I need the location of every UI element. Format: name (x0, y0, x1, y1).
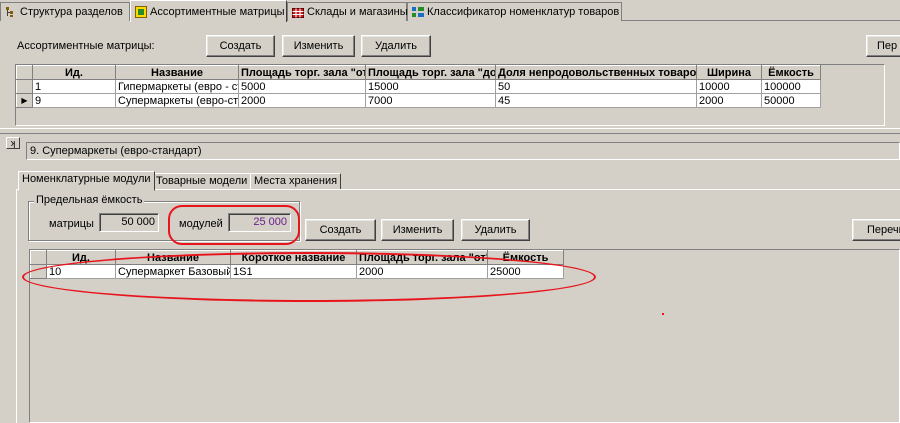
modules-capacity-label: модулей (179, 218, 223, 230)
classifier-icon (412, 6, 424, 18)
cell-area-to[interactable]: 7000 (365, 93, 496, 108)
cell-capacity[interactable]: 50000 (761, 93, 821, 108)
cell-id[interactable]: 10 (46, 264, 116, 279)
tab-assortment-matrices[interactable]: Ассортиментные матрицы (130, 0, 287, 22)
tab-label: Ассортиментные матрицы (150, 5, 285, 18)
column-header[interactable]: Ёмкость (487, 250, 564, 265)
tab-label: Склады и магазины (307, 6, 408, 18)
modules-grid: Ид. Название Короткое название Площадь т… (29, 249, 900, 423)
column-header[interactable]: Площадь торг. зала "до" (365, 65, 496, 80)
top-tab-strip: Структура разделов Ассортиментные матриц… (0, 0, 900, 22)
cell-nonfood-share[interactable]: 45 (495, 93, 697, 108)
cell-id[interactable]: 9 (32, 93, 116, 108)
capacity-legend: Предельная ёмкость (34, 194, 145, 206)
table-row[interactable]: 1 Гипермаркеты (евро - ста 5000 15000 50… (16, 79, 821, 94)
row-indicator[interactable] (16, 79, 33, 94)
row-indicator-header (30, 250, 47, 265)
matrices-grid: Ид. Название Площадь торг. зала "от" Пло… (15, 64, 885, 126)
column-header[interactable]: Ид. (32, 65, 116, 80)
tree-icon (5, 6, 17, 18)
matrices-table: Ид. Название Площадь торг. зала "от" Пло… (16, 65, 821, 108)
tab-storage-places[interactable]: Места хранения (250, 173, 342, 190)
matrix-icon (135, 5, 147, 18)
matrices-label: Ассортиментные матрицы: (17, 40, 155, 52)
column-header[interactable]: Площадь торг. зала "от" (238, 65, 366, 80)
table-row[interactable]: ▶ 9 Супермаркеты (евро-стан 2000 7000 45… (16, 93, 821, 108)
cell-area-from[interactable]: 2000 (356, 264, 488, 279)
tab-warehouses[interactable]: Склады и магазины (287, 2, 408, 21)
row-indicator[interactable] (30, 264, 47, 279)
matrix-capacity-label: матрицы (49, 218, 94, 230)
module-edit-button[interactable]: Изменить (381, 219, 454, 241)
cell-short-name[interactable]: 1S1 (230, 264, 357, 279)
cell-name[interactable]: Супермаркет Базовый (115, 264, 231, 279)
table-header-row: Ид. Название Короткое название Площадь т… (30, 250, 564, 265)
tab-label: Структура разделов (20, 6, 123, 18)
column-header[interactable]: Площадь торг. зала "от" (356, 250, 488, 265)
warehouse-icon (292, 6, 304, 18)
current-row-indicator[interactable]: ▶ (16, 93, 33, 108)
column-header[interactable]: Ёмкость (761, 65, 821, 80)
tab-label: Классификатор номенклатур товаров (427, 6, 620, 18)
module-create-button[interactable]: Создать (305, 219, 376, 241)
matrix-capacity-value: 50 000 (99, 213, 159, 232)
tab-product-models[interactable]: Товарные модели (152, 173, 252, 190)
cell-nonfood-share[interactable]: 50 (495, 79, 697, 94)
tab-classifier[interactable]: Классификатор номенклатур товаров (407, 2, 622, 21)
cell-area-from[interactable]: 5000 (238, 79, 366, 94)
column-header[interactable]: Ширина (696, 65, 762, 80)
table-row[interactable]: 10 Супермаркет Базовый 1S1 2000 25000 (30, 264, 564, 279)
cell-capacity[interactable]: 25000 (487, 264, 564, 279)
cell-name[interactable]: Супермаркеты (евро-стан (115, 93, 239, 108)
annotation-dot (662, 313, 664, 315)
matrix-edit-button[interactable]: Изменить (282, 35, 355, 57)
cell-width[interactable]: 2000 (696, 93, 762, 108)
cell-name[interactable]: Гипермаркеты (евро - ста (115, 79, 239, 94)
module-delete-button[interactable]: Удалить (461, 219, 530, 241)
cell-id[interactable]: 1 (32, 79, 116, 94)
matrix-create-button[interactable]: Создать (206, 35, 275, 57)
modules-capacity-value: 25 000 (228, 213, 291, 232)
selected-matrix-title: 9. Супермаркеты (евро-стандарт) (26, 142, 900, 160)
pin-icon[interactable]: ʞ (6, 137, 20, 149)
tab-nomenclature-modules[interactable]: Номенклатурные модули (18, 171, 155, 191)
row-indicator-header (16, 65, 33, 80)
modules-table: Ид. Название Короткое название Площадь т… (30, 250, 564, 279)
column-header[interactable]: Ид. (46, 250, 116, 265)
column-header[interactable]: Название (115, 65, 239, 80)
cell-area-from[interactable]: 2000 (238, 93, 366, 108)
panel-splitter[interactable] (0, 128, 900, 134)
tab-structure[interactable]: Структура разделов (0, 2, 130, 21)
matrix-delete-button[interactable]: Удалить (361, 35, 431, 57)
table-header-row: Ид. Название Площадь торг. зала "от" Пло… (16, 65, 821, 80)
column-header[interactable]: Название (115, 250, 231, 265)
column-header[interactable]: Доля непродовольственных товаров (495, 65, 697, 80)
matrix-more-button[interactable]: Пер (866, 35, 900, 57)
cell-capacity[interactable]: 100000 (761, 79, 821, 94)
cell-width[interactable]: 10000 (696, 79, 762, 94)
module-more-button[interactable]: Перечи (852, 219, 900, 241)
cell-area-to[interactable]: 15000 (365, 79, 496, 94)
column-header[interactable]: Короткое название (230, 250, 357, 265)
